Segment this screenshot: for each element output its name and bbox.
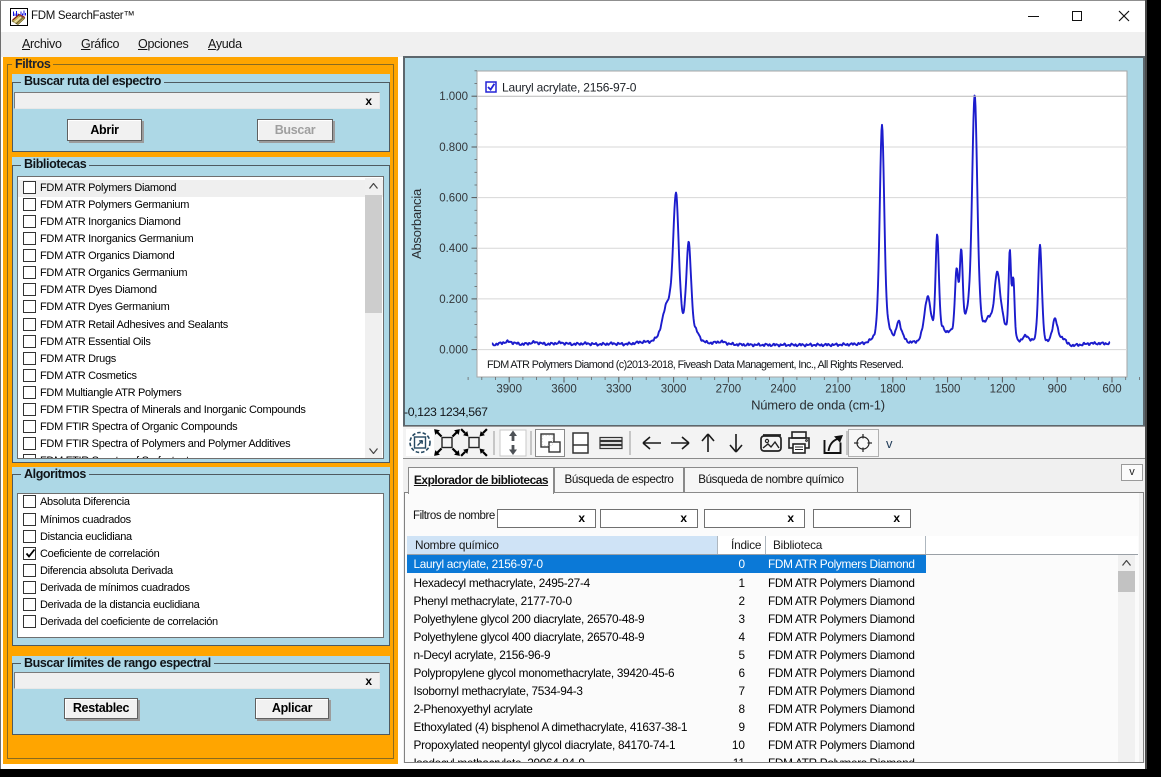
svg-text:3000: 3000 bbox=[661, 384, 687, 396]
svg-text:0.800: 0.800 bbox=[439, 142, 468, 154]
svg-text:1500: 1500 bbox=[935, 384, 961, 396]
svg-text:3900: 3900 bbox=[496, 384, 522, 396]
svg-text:v: v bbox=[886, 436, 893, 451]
svg-text:FDM ATR Polymers Diamond (c)20: FDM ATR Polymers Diamond (c)2013-2018, F… bbox=[487, 359, 904, 371]
svg-text:600: 600 bbox=[1102, 384, 1121, 396]
svg-text:3300: 3300 bbox=[606, 384, 632, 396]
svg-text:900: 900 bbox=[1048, 384, 1067, 396]
svg-text:Lauryl acrylate, 2156-97-0: Lauryl acrylate, 2156-97-0 bbox=[502, 81, 637, 95]
svg-text:Número de onda (cm-1): Número de onda (cm-1) bbox=[751, 398, 885, 413]
svg-text:0.000: 0.000 bbox=[439, 345, 468, 357]
svg-text:0.600: 0.600 bbox=[439, 193, 468, 205]
svg-text:0.200: 0.200 bbox=[439, 294, 468, 306]
svg-text:2400: 2400 bbox=[770, 384, 796, 396]
svg-text:2100: 2100 bbox=[825, 384, 851, 396]
svg-text:2700: 2700 bbox=[716, 384, 742, 396]
svg-text:1200: 1200 bbox=[990, 384, 1016, 396]
svg-text:1800: 1800 bbox=[880, 384, 906, 396]
svg-text:3600: 3600 bbox=[551, 384, 577, 396]
svg-text:1.000: 1.000 bbox=[439, 91, 468, 103]
svg-text:0.400: 0.400 bbox=[439, 243, 468, 255]
svg-text:Absorbancia: Absorbancia bbox=[409, 188, 424, 259]
